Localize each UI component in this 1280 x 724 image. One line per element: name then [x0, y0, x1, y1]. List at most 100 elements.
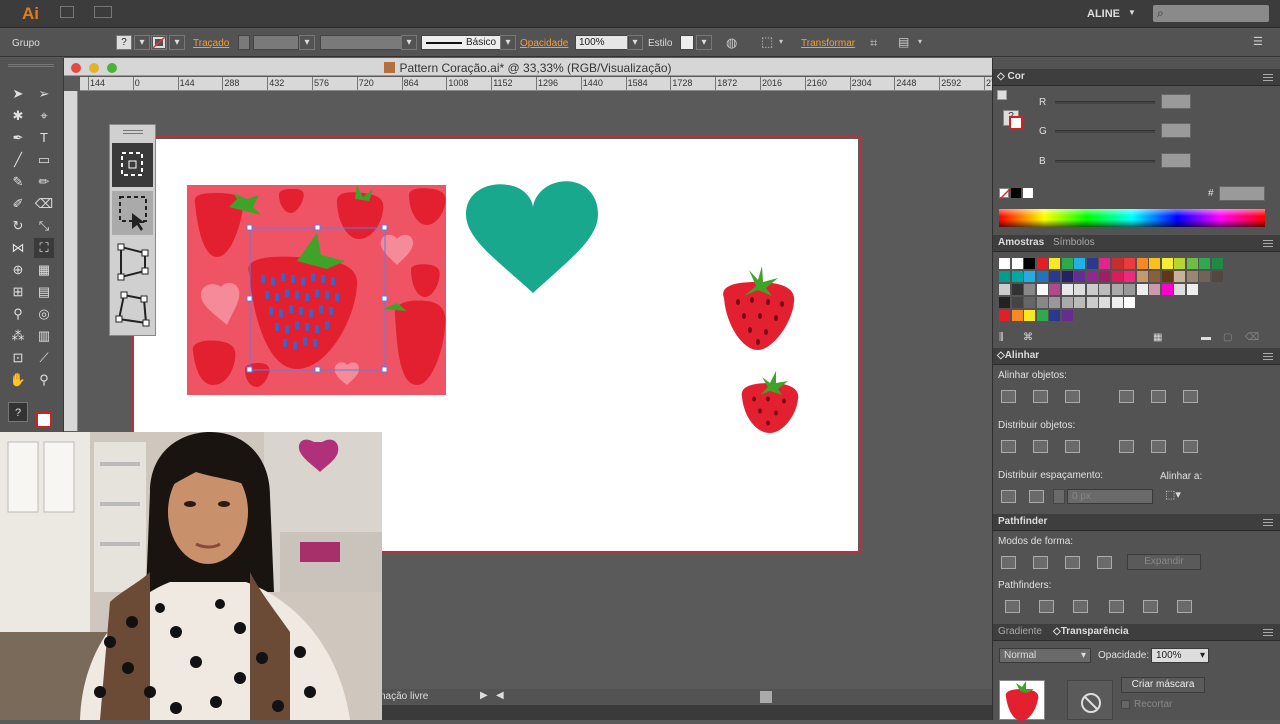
- color-swatch[interactable]: [1211, 271, 1223, 282]
- rectangle-tool-icon[interactable]: ▭: [34, 150, 54, 170]
- pathfinder-panel-menu-icon[interactable]: [1263, 519, 1273, 526]
- pen-tool-icon[interactable]: ✒: [8, 128, 28, 148]
- free-transform-tool-icon[interactable]: ⛶: [34, 238, 54, 258]
- trim-button[interactable]: [1039, 600, 1054, 613]
- horizontal-ruler[interactable]: 144 0 144 288 432 576 720 864 1008 1152 1296 1440 15…: [80, 77, 992, 91]
- opacity-dropdown[interactable]: ▾: [627, 35, 643, 50]
- intersect-button[interactable]: [1065, 556, 1080, 569]
- color-swatch[interactable]: [1124, 284, 1135, 295]
- pencil-tool-icon[interactable]: ✏: [34, 172, 54, 192]
- delete-swatch-icon[interactable]: ⌫: [1245, 332, 1259, 343]
- black-color-button[interactable]: [1011, 188, 1021, 198]
- fill-color-button[interactable]: ?: [116, 35, 132, 50]
- expand-button[interactable]: Expandir: [1127, 554, 1201, 570]
- channel-g-slider[interactable]: [1055, 130, 1155, 133]
- stroke-mini-swatch[interactable]: [1009, 116, 1023, 130]
- color-swatch[interactable]: [1086, 271, 1098, 282]
- color-swatch[interactable]: [1024, 271, 1035, 282]
- vertical-ruler[interactable]: [64, 91, 78, 431]
- swatches-panel-menu-icon[interactable]: [1263, 240, 1273, 247]
- align-to-selection-dropdown[interactable]: ⬚▾: [1165, 488, 1181, 501]
- isolate-group-icon[interactable]: ⌗: [870, 35, 877, 51]
- color-swatch[interactable]: [1074, 297, 1085, 308]
- free-distort-button[interactable]: [112, 287, 153, 331]
- color-swatch[interactable]: [1061, 310, 1073, 321]
- swatches-panel-header[interactable]: Amostras Símbolos: [993, 235, 1280, 252]
- minus-back-button[interactable]: [1177, 600, 1192, 613]
- color-swatch[interactable]: [1199, 258, 1210, 269]
- profile-dropdown[interactable]: ▾: [401, 35, 417, 50]
- crop-button[interactable]: [1109, 600, 1124, 613]
- fill-stroke-mini-icon[interactable]: [997, 90, 1007, 100]
- lasso-tool-icon[interactable]: ⌖: [34, 106, 54, 126]
- transform-link[interactable]: Transformar: [801, 38, 855, 49]
- gradient-tool-icon[interactable]: ▤: [34, 282, 54, 302]
- color-swatch[interactable]: [1074, 258, 1085, 269]
- tab-swatches[interactable]: Amostras: [998, 237, 1044, 248]
- none-color-button[interactable]: [999, 188, 1011, 200]
- mask-thumbnail[interactable]: [1067, 680, 1113, 720]
- color-swatch[interactable]: [1061, 271, 1073, 282]
- stroke-weight-label[interactable]: Traçado: [193, 38, 229, 49]
- color-swatch[interactable]: [1099, 271, 1110, 282]
- color-swatch[interactable]: [1086, 297, 1098, 308]
- white-color-button[interactable]: [1023, 188, 1033, 198]
- distribute-bottom-button[interactable]: [1065, 440, 1080, 453]
- color-swatch[interactable]: [1111, 271, 1123, 282]
- channel-r-slider[interactable]: [1055, 101, 1155, 104]
- color-swatch[interactable]: [1024, 258, 1035, 269]
- color-swatch[interactable]: [1086, 258, 1098, 269]
- divide-button[interactable]: [1005, 600, 1020, 613]
- stroke-swatch[interactable]: [36, 412, 52, 428]
- control-bar-menu-icon[interactable]: ☰: [1253, 35, 1263, 48]
- align-left-button[interactable]: [1001, 390, 1016, 403]
- color-swatch[interactable]: [1136, 271, 1148, 282]
- tab-gradient[interactable]: Gradiente: [998, 626, 1042, 637]
- stroke-color-button[interactable]: [151, 35, 167, 50]
- create-mask-button[interactable]: Criar máscara: [1121, 677, 1205, 693]
- align-vertical-center-button[interactable]: [1151, 390, 1166, 403]
- color-swatch[interactable]: [1061, 258, 1073, 269]
- color-swatch[interactable]: [1124, 297, 1135, 308]
- color-swatch[interactable]: [1099, 297, 1110, 308]
- color-swatch[interactable]: [1174, 258, 1185, 269]
- channel-r-field[interactable]: [1161, 94, 1191, 109]
- color-panel-menu-icon[interactable]: [1263, 74, 1273, 81]
- transparency-panel-menu-icon[interactable]: [1263, 629, 1273, 636]
- horizontal-scrollbar[interactable]: [380, 705, 992, 720]
- color-swatch[interactable]: [1161, 284, 1173, 295]
- shape-builder-tool-icon[interactable]: ⊕: [8, 260, 28, 280]
- hex-field[interactable]: [1219, 186, 1265, 201]
- color-swatch[interactable]: [1061, 297, 1073, 308]
- channel-b-slider[interactable]: [1055, 160, 1155, 163]
- distribute-right-button[interactable]: [1183, 440, 1198, 453]
- spacing-stepper[interactable]: [1053, 489, 1065, 504]
- color-swatch[interactable]: [1161, 258, 1173, 269]
- help-search-input[interactable]: ⌕: [1153, 5, 1269, 22]
- tools-grip[interactable]: [8, 64, 54, 67]
- color-swatch[interactable]: [1199, 271, 1210, 282]
- blob-brush-tool-icon[interactable]: ✐: [8, 194, 28, 214]
- color-swatch[interactable]: [1036, 271, 1048, 282]
- color-swatch[interactable]: [1211, 258, 1223, 269]
- arrange-icon[interactable]: ▤: [898, 35, 909, 49]
- color-swatch[interactable]: [1099, 284, 1110, 295]
- recolor-artwork-icon[interactable]: ◍: [726, 35, 737, 51]
- swatch-kind-icon[interactable]: ⌘: [1023, 332, 1033, 343]
- widget-grip[interactable]: [123, 130, 143, 134]
- color-swatch[interactable]: [1124, 271, 1135, 282]
- swatch-options-icon[interactable]: ▦: [1153, 332, 1162, 343]
- perspective-grid-tool-icon[interactable]: ▦: [34, 260, 54, 280]
- paintbrush-tool-icon[interactable]: ✎: [8, 172, 28, 192]
- strawberry-small[interactable]: [738, 371, 802, 435]
- stroke-weight-dropdown[interactable]: ▾: [299, 35, 315, 50]
- column-graph-tool-icon[interactable]: ▥: [34, 326, 54, 346]
- color-swatch[interactable]: [999, 271, 1010, 282]
- user-name[interactable]: ALINE: [1087, 8, 1120, 20]
- color-swatch[interactable]: [1011, 284, 1023, 295]
- strawberry-large[interactable]: [716, 266, 798, 352]
- color-swatch[interactable]: [1174, 284, 1185, 295]
- color-swatch[interactable]: [1186, 258, 1198, 269]
- color-swatch[interactable]: [999, 258, 1010, 269]
- mesh-tool-icon[interactable]: ⊞: [8, 282, 28, 302]
